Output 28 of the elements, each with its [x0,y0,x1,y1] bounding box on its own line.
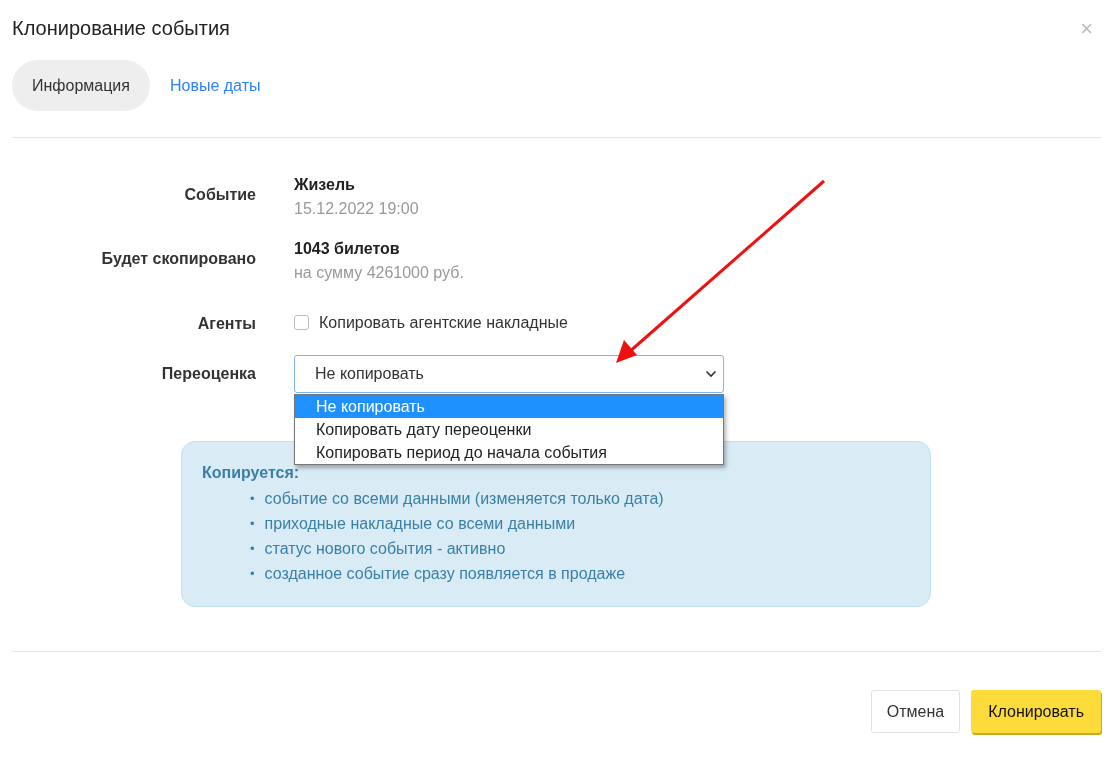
chevron-icon [705,370,717,378]
info-item: событие со всеми данными (изменяется только дата) [264,489,664,509]
field-label: Переоценка [160,364,256,384]
checkbox[interactable] [294,315,309,330]
info-item: созданное событие сразу появляется в продаже [264,564,626,584]
bullet: • [250,515,255,533]
event-date: 15.12.2022 19:00 [294,200,420,218]
ticket-count: 1043 билетов [294,240,401,258]
select-field[interactable]: Не копировать [294,355,724,393]
ticket-sum: на сумму 4261000 руб. [294,264,465,282]
bullet: • [250,540,255,558]
info-item: статус нового события - активно [264,539,506,559]
dialog-title: Клонирование события [12,17,230,40]
tab[interactable]: Информация [12,60,150,111]
cancel-button[interactable]: Отмена [870,690,961,733]
info-item: приходные накладные со всеми данными [264,514,576,534]
dropdown-option[interactable]: Копировать период до начала события [295,441,723,464]
field-label: Будет скопировано [100,249,256,269]
bullet: • [250,565,255,583]
event-name: Жизель [294,176,356,194]
field-label: Событие [183,185,256,205]
bullet: • [250,490,255,508]
checkbox-label: Копировать агентские накладные [319,313,568,332]
info-title: Копируется: [202,464,301,482]
dropdown-option[interactable]: Копировать дату переоценки [295,418,723,441]
field-label: Агенты [196,314,256,333]
tab[interactable]: Новые даты [149,60,281,111]
clone-button[interactable]: Клонировать [971,690,1101,733]
